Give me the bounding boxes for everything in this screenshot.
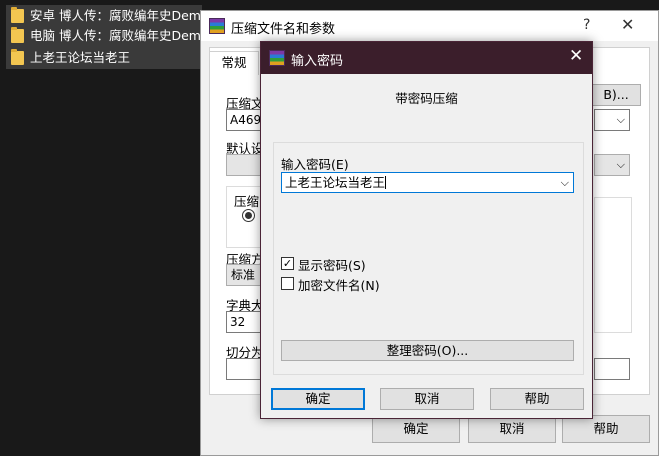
ok-button[interactable]: 确定 [372, 415, 460, 443]
dialog-title: 输入密码 [291, 54, 344, 69]
chevron-down-icon: ⌵ [616, 158, 625, 171]
dialog-title-bar: 压缩文件名和参数 ? ✕ [201, 11, 658, 41]
close-icon[interactable]: ✕ [621, 15, 634, 34]
folder-icon [11, 27, 24, 43]
file-item-android-demo[interactable]: 安卓 博人传：腐败编年史Demo [6, 5, 202, 27]
chevron-down-icon[interactable]: ⌵ [561, 173, 569, 192]
chevron-down-icon: ⌵ [616, 113, 625, 126]
help-button[interactable]: 帮助 [490, 388, 584, 410]
checkmark-icon: ✓ [282, 257, 293, 270]
dialog-title-bar: 输入密码 ✕ [261, 42, 592, 74]
help-icon[interactable]: ? [583, 17, 590, 33]
organize-passwords-button[interactable]: 整理密码(O)... [281, 340, 574, 361]
help-button[interactable]: 帮助 [562, 415, 650, 443]
folder-icon [11, 49, 24, 65]
file-item-pc-demo[interactable]: 电脑 博人传：腐败编年史Demo [6, 25, 202, 47]
update-mode-combo[interactable]: ⌵ [594, 154, 630, 176]
cancel-button[interactable]: 取消 [468, 415, 556, 443]
password-label: 输入密码(E) [281, 157, 349, 172]
password-input[interactable]: 上老王论坛当老王 ⌵ [281, 172, 574, 193]
tab-general[interactable]: 常规 [209, 51, 259, 75]
folder-icon [11, 7, 24, 23]
archive-name-dropdown[interactable]: ⌵ [594, 109, 630, 131]
set-password-field[interactable] [594, 358, 630, 380]
browse-button[interactable]: B)... [591, 84, 641, 106]
encrypt-names-label: 加密文件名(N) [298, 278, 380, 293]
encrypt-names-checkbox[interactable] [281, 277, 294, 290]
format-label: 压缩 [234, 194, 260, 209]
winrar-icon [209, 18, 225, 34]
text-cursor [385, 176, 387, 189]
file-item-label: 电脑 博人传：腐败编年史Demo [30, 28, 202, 43]
show-password-checkbox[interactable]: ✓ [281, 257, 294, 270]
file-item-forum[interactable]: 上老王论坛当老王 [6, 47, 202, 69]
format-radio[interactable] [242, 209, 255, 222]
dialog-heading: 带密码压缩 [395, 91, 458, 106]
cancel-button[interactable]: 取消 [380, 388, 474, 410]
password-dialog: 输入密码 ✕ 带密码压缩 输入密码(E) 上老王论坛当老王 ⌵ ✓ 显示密码(S… [260, 41, 593, 419]
file-item-label: 安卓 博人传：腐败编年史Demo [30, 8, 202, 23]
dialog-title: 压缩文件名和参数 [231, 22, 336, 37]
ok-button[interactable]: 确定 [271, 388, 365, 410]
password-value: 上老王论坛当老王 [285, 175, 386, 190]
file-item-label: 上老王论坛当老王 [30, 50, 131, 65]
close-icon[interactable]: ✕ [569, 46, 583, 66]
options-list [594, 197, 632, 333]
show-password-label: 显示密码(S) [298, 258, 366, 273]
winrar-icon [269, 50, 285, 66]
